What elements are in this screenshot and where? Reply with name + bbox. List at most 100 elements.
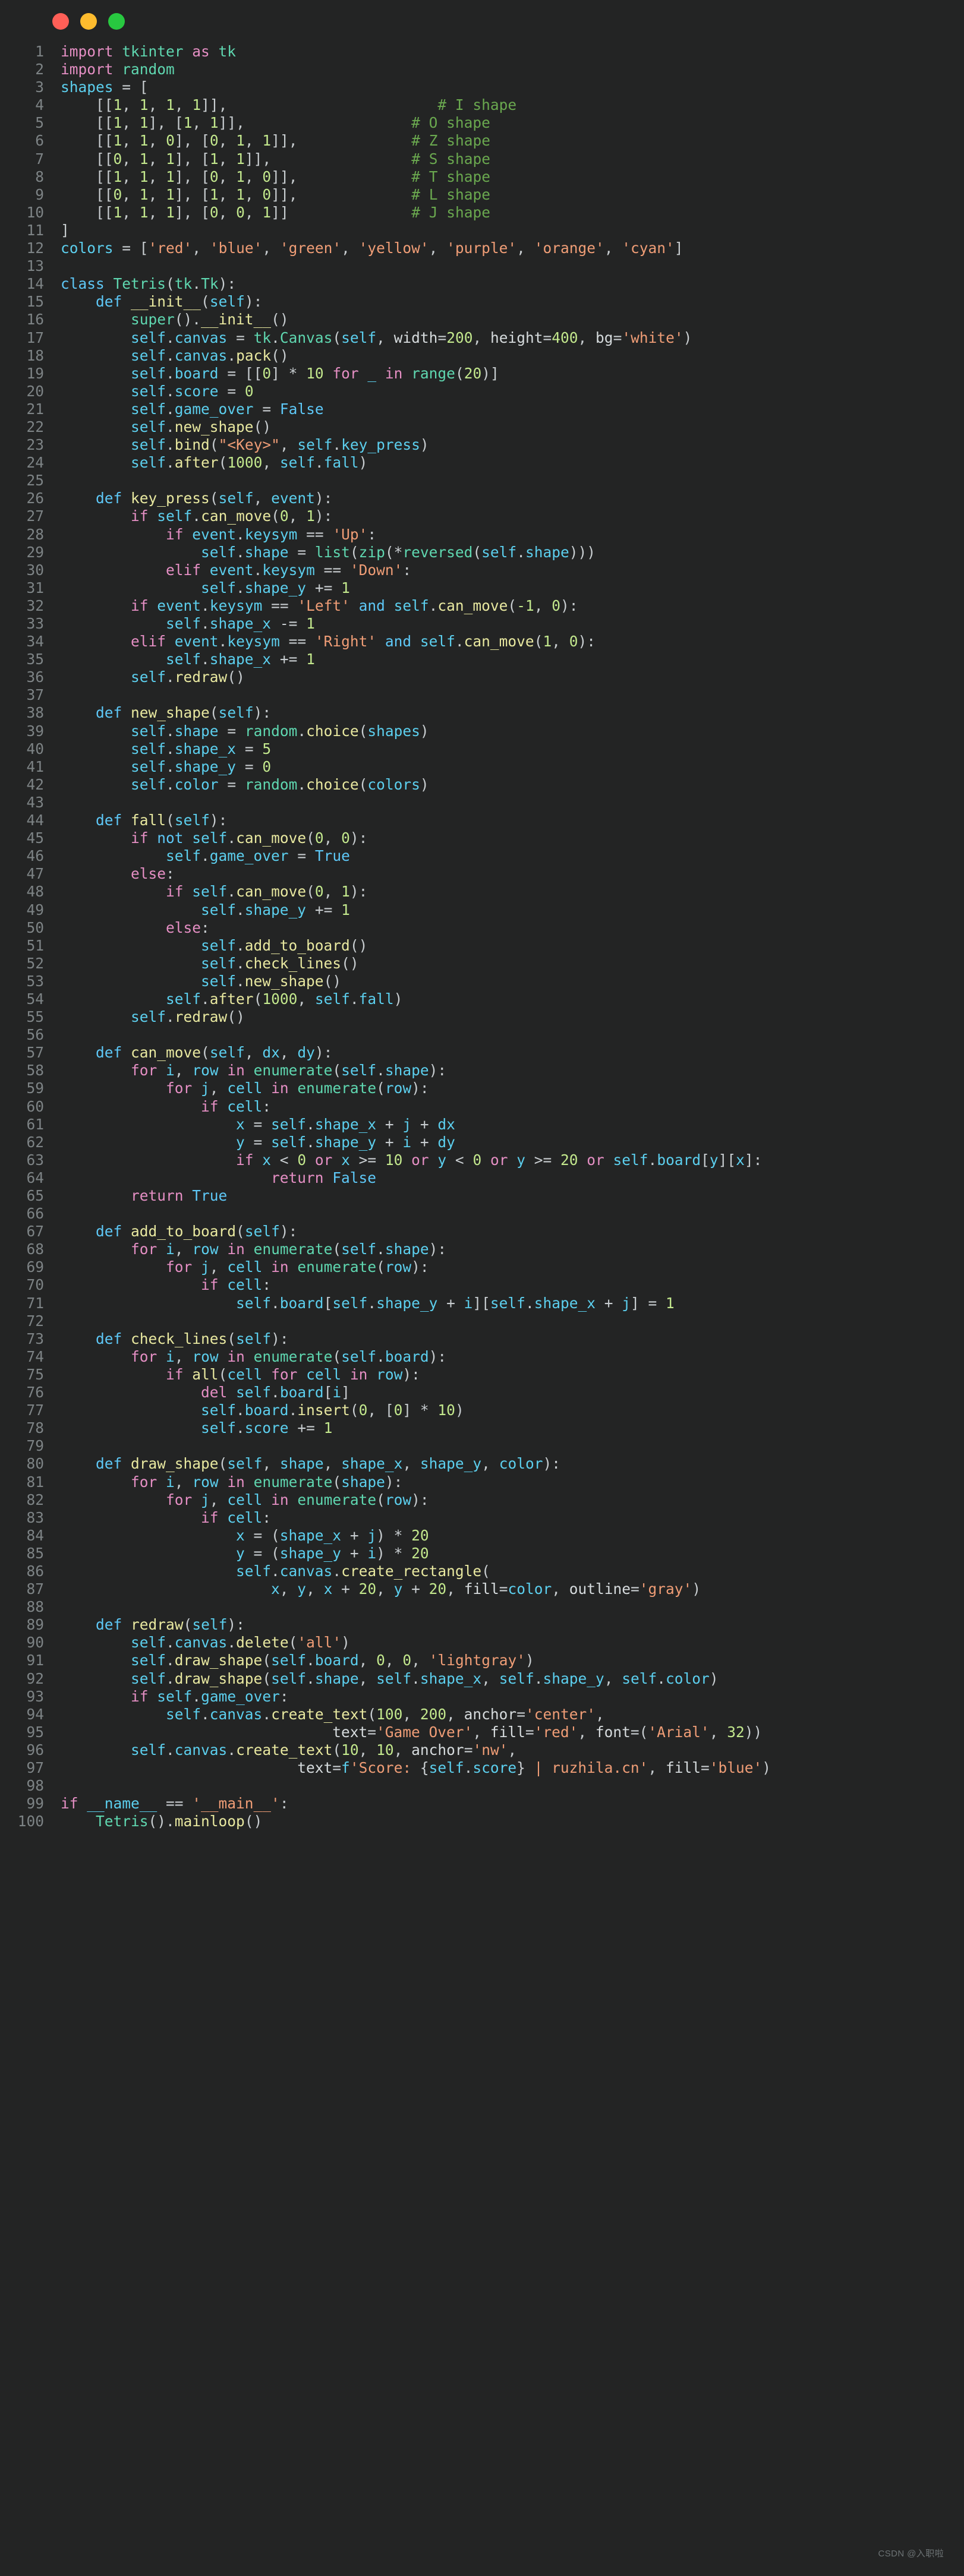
line-number: 90 xyxy=(26,1634,44,1652)
code-token: : xyxy=(367,525,377,543)
line-number: 45 xyxy=(26,829,44,847)
code-token: self xyxy=(166,1705,201,1723)
code-line-text: else: xyxy=(61,865,175,882)
line-number: 67 xyxy=(26,1223,44,1240)
code-token: i xyxy=(166,1347,175,1365)
code-token: def xyxy=(96,1455,131,1473)
code-token: def xyxy=(96,490,131,507)
code-token: text xyxy=(332,1723,368,1741)
line-number: 78 xyxy=(26,1419,44,1437)
code-token: self xyxy=(279,454,315,472)
code-token: self xyxy=(271,1652,307,1669)
code-token: self xyxy=(131,1008,166,1026)
code-line: 71 self.board[self.shape_y + i][self.sha… xyxy=(0,1295,964,1312)
code-token: ( xyxy=(332,1240,342,1258)
code-token: += xyxy=(306,901,342,918)
code-token: , xyxy=(648,1759,666,1776)
code-line-text: if __name__ == '__main__': xyxy=(61,1795,289,1812)
code-token: x xyxy=(236,1526,245,1544)
code-token: , xyxy=(446,1580,464,1598)
code-token: in xyxy=(271,1258,298,1276)
code-token: = xyxy=(288,543,315,561)
line-number: 54 xyxy=(26,990,44,1008)
code-line: 55 self.redraw() xyxy=(0,1008,964,1026)
code-token: board xyxy=(314,1652,359,1669)
code-token: . xyxy=(227,829,237,847)
code-token: ( xyxy=(218,454,228,472)
code-token: ] xyxy=(61,221,70,239)
code-line: 97 text=f'Score: {self.score} | ruzhila.… xyxy=(0,1759,964,1777)
code-token: ( xyxy=(376,1491,385,1508)
code-token: for xyxy=(166,1491,201,1508)
line-number: 50 xyxy=(26,918,44,936)
code-token: self xyxy=(201,1401,237,1419)
code-token: , xyxy=(174,1473,193,1491)
code-token: = ( xyxy=(244,1526,280,1544)
line-number: 63 xyxy=(26,1151,44,1169)
code-token: 'orange' xyxy=(534,239,604,257)
code-token: , xyxy=(192,114,210,132)
code-token: , xyxy=(508,1741,517,1759)
code-token: () xyxy=(341,954,359,972)
code-token: canvas xyxy=(174,1634,228,1652)
code-token: ]] xyxy=(271,203,289,221)
line-number: 46 xyxy=(26,847,44,865)
code-block[interactable]: 1 import tkinter as tk 2 import random 3 shap… xyxy=(0,43,964,1830)
code-token: row xyxy=(192,1347,228,1365)
code-token: ( xyxy=(358,775,368,793)
code-token: score xyxy=(244,1419,289,1437)
code-line-text: if cell: xyxy=(61,1098,271,1115)
code-line-text: def add_to_board(self): xyxy=(61,1223,297,1240)
code-token: event xyxy=(209,561,254,579)
code-line-text: import random xyxy=(61,61,175,78)
code-token: . xyxy=(306,1669,315,1687)
code-token: ]: xyxy=(744,1151,763,1169)
code-token: self xyxy=(201,1419,237,1437)
code-line: 68 for i, row in enumerate(self.shape): xyxy=(0,1240,964,1258)
code-token: shape_x xyxy=(174,740,237,757)
code-token: import xyxy=(61,61,122,78)
close-button[interactable] xyxy=(52,13,69,30)
code-token: 1 xyxy=(139,203,149,221)
line-number: 30 xyxy=(26,561,44,579)
line-number: 16 xyxy=(26,311,44,329)
line-number: 25 xyxy=(26,472,44,490)
code-token: ): xyxy=(402,1365,420,1383)
code-token: . xyxy=(166,436,175,454)
code-token: , xyxy=(218,132,237,150)
line-number: 98 xyxy=(26,1777,44,1795)
code-token: . xyxy=(411,1669,420,1687)
code-token: row xyxy=(192,1062,228,1079)
code-token: __name__ xyxy=(87,1795,157,1813)
code-token: () xyxy=(227,1008,245,1026)
code-line: 38 def new_shape(self): xyxy=(0,704,964,722)
code-token: . xyxy=(271,1384,280,1401)
code-token: : xyxy=(262,1097,272,1115)
code-token: mainloop xyxy=(174,1813,245,1830)
code-line: 3 shapes = [ xyxy=(0,78,964,96)
code-line-text: shapes = [ xyxy=(61,78,149,96)
code-token: cell xyxy=(227,1276,263,1294)
code-token: ) xyxy=(683,329,692,346)
code-token: add_to_board xyxy=(131,1223,237,1240)
code-token: = xyxy=(236,740,263,757)
code-token: ( xyxy=(534,633,543,651)
code-token: y xyxy=(709,1151,719,1169)
code-token: ( xyxy=(209,436,219,454)
code-token: . xyxy=(376,1347,385,1365)
code-token: row xyxy=(192,1473,228,1491)
maximize-button[interactable] xyxy=(108,13,125,30)
minimize-button[interactable] xyxy=(80,13,97,30)
code-token: . xyxy=(297,775,307,793)
code-token: , xyxy=(323,883,342,901)
code-token: ]], xyxy=(271,185,298,203)
code-token: 200 xyxy=(446,329,473,346)
code-line-text: self.after(1000, self.fall) xyxy=(61,990,402,1008)
code-line-text: self.canvas.create_text(100, 200, anchor… xyxy=(61,1706,604,1723)
code-token: , xyxy=(148,150,166,168)
line-number: 60 xyxy=(26,1097,44,1115)
code-line: 14 class Tetris(tk.Tk): xyxy=(0,275,964,293)
code-token: . xyxy=(429,596,438,614)
